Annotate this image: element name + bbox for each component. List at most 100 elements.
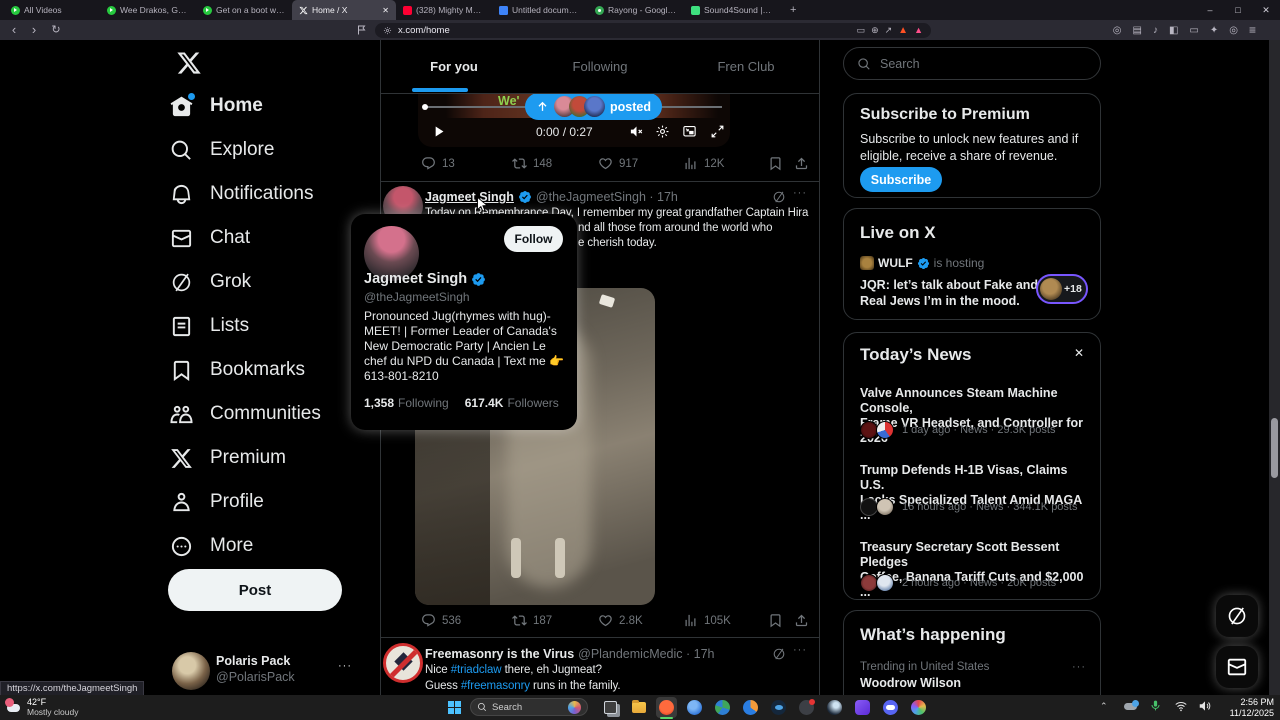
taskbar-clock[interactable]: 2:56 PM 11/12/2025: [1230, 697, 1274, 718]
share-icon[interactable]: [794, 156, 809, 171]
browser-tab[interactable]: (328) Mighty Morphin Power Ranger: [396, 0, 492, 20]
bookmark-icon[interactable]: [768, 156, 783, 171]
media-icon[interactable]: ♪: [1153, 25, 1158, 36]
scrollbar-thumb[interactable]: [1271, 418, 1278, 478]
subscribe-button[interactable]: Subscribe: [860, 167, 942, 192]
trending-topic[interactable]: Woodrow Wilson: [860, 676, 961, 690]
live-viewers-pill[interactable]: +18: [1036, 274, 1088, 304]
close-icon[interactable]: ✕: [1074, 346, 1084, 360]
browser-tab-active[interactable]: Home / X ✕: [292, 0, 396, 20]
tray-sync-icon[interactable]: [1124, 700, 1139, 711]
repost-stat[interactable]: 187: [512, 613, 552, 628]
zoom-icon[interactable]: ⊕: [871, 25, 879, 36]
menu-icon[interactable]: ≡: [1249, 23, 1256, 37]
profile-name[interactable]: Jagmeet Singh: [364, 271, 467, 287]
sidebar-item-home[interactable]: Home: [170, 86, 370, 126]
grok-floating-button[interactable]: [1216, 595, 1258, 637]
live-topic[interactable]: JQR: let’s talk about Fake and Real Jews …: [860, 277, 1038, 309]
window-minimize-button[interactable]: –: [1196, 0, 1224, 20]
tweet-author-name[interactable]: Jagmeet Singh: [425, 190, 514, 204]
wallet-icon[interactable]: ▭: [1189, 25, 1198, 36]
grok-actions-icon[interactable]: [772, 647, 786, 661]
browser-tab[interactable]: Get on a boot when they bake: [196, 0, 292, 20]
fullscreen-icon[interactable]: [710, 124, 725, 139]
video-playhead[interactable]: [422, 104, 428, 110]
app-icon-globe[interactable]: [712, 697, 733, 718]
address-bar[interactable]: x.com/home ▭ ⊕ ↗ ▲ ▲: [375, 22, 931, 38]
leo-ai-icon[interactable]: ◎: [1113, 25, 1122, 36]
sidebar-item-notifications[interactable]: Notifications: [170, 174, 370, 214]
brave-browser-icon[interactable]: [656, 697, 677, 719]
browser-tab[interactable]: Sound4Sound | Linktree: [684, 0, 780, 20]
hashtag-link[interactable]: #triadclaw: [451, 664, 502, 676]
play-button-icon[interactable]: [430, 123, 447, 140]
file-explorer-icon[interactable]: [628, 697, 649, 718]
taskbar-search[interactable]: Search: [470, 698, 588, 716]
share-icon[interactable]: ↗: [885, 25, 893, 36]
tab-for-you[interactable]: For you: [381, 40, 527, 92]
sidebar-item-premium[interactable]: Premium: [170, 438, 370, 478]
weather-widget[interactable]: 42°F Mostly cloudy: [5, 697, 79, 717]
browser-tab[interactable]: Wee Drakos, Get on a boot ah ha: [100, 0, 196, 20]
back-button[interactable]: ‹: [6, 20, 22, 40]
start-button[interactable]: [444, 697, 465, 718]
app-icon-notification[interactable]: [796, 697, 817, 718]
profile-handle[interactable]: @theJagmeetSingh: [364, 290, 470, 304]
reload-button[interactable]: ↻: [48, 20, 64, 40]
browser-tab[interactable]: All Videos: [4, 0, 100, 20]
share-icon[interactable]: [794, 613, 809, 628]
site-info-icon[interactable]: [383, 26, 392, 35]
like-stat[interactable]: 917: [598, 156, 638, 171]
tweet-more-icon[interactable]: ···: [793, 187, 807, 199]
views-stat[interactable]: 12K: [683, 156, 724, 171]
app-icon-discord[interactable]: [880, 697, 901, 718]
sidebar-item-communities[interactable]: Communities: [170, 394, 370, 434]
sidebar-item-bookmarks[interactable]: Bookmarks: [170, 350, 370, 390]
account-switcher[interactable]: Polaris Pack @PolarisPack ···: [170, 648, 352, 695]
sidebar-item-chat[interactable]: Chat: [170, 218, 370, 258]
tweet-byline[interactable]: @theJagmeetSingh · 17h: [536, 190, 678, 204]
tray-mic-icon[interactable]: [1149, 699, 1162, 712]
tray-volume-icon[interactable]: [1198, 699, 1212, 713]
tweet-author-name[interactable]: Freemasonry is the Virus: [425, 647, 574, 661]
follow-button[interactable]: Follow: [504, 226, 563, 252]
posted-pill[interactable]: posted: [525, 93, 662, 120]
tab-fren-club[interactable]: Fren Club: [673, 40, 819, 92]
bookmark-icon[interactable]: [768, 613, 783, 628]
scrollbar-track[interactable]: [1269, 40, 1280, 695]
app-icon-blue[interactable]: [684, 697, 705, 718]
hashtag-link[interactable]: #freemasonry: [461, 680, 530, 692]
search-input[interactable]: Search: [843, 47, 1101, 80]
trend-more-icon[interactable]: ···: [1072, 661, 1086, 673]
following-count[interactable]: 1,358: [364, 396, 394, 410]
tray-chevron-icon[interactable]: ⌃: [1100, 701, 1108, 712]
tweet-byline[interactable]: @PlandemicMedic · 17h: [578, 647, 714, 661]
sidebar-item-explore[interactable]: Explore: [170, 130, 370, 170]
tab-close-icon[interactable]: ✕: [382, 6, 389, 15]
x-logo[interactable]: [176, 50, 202, 76]
forward-button[interactable]: ›: [26, 20, 42, 40]
rewards-icon[interactable]: ✦: [1210, 25, 1218, 36]
account-more-icon[interactable]: ···: [338, 660, 352, 672]
tab-following[interactable]: Following: [527, 40, 673, 92]
tweet-more-icon[interactable]: ···: [793, 644, 807, 656]
messages-floating-button[interactable]: [1216, 646, 1258, 688]
app-icon-eye[interactable]: [768, 697, 789, 718]
task-view-button[interactable]: [600, 697, 621, 718]
views-stat[interactable]: 105K: [683, 613, 731, 628]
vpn-icon[interactable]: ▲: [914, 25, 923, 35]
window-close-button[interactable]: ✕: [1252, 0, 1280, 20]
avatar[interactable]: [383, 643, 423, 683]
sidebar-item-profile[interactable]: Profile: [170, 482, 370, 522]
bookmarks-toolbar-icon[interactable]: [356, 24, 368, 36]
reply-stat[interactable]: 536: [421, 613, 461, 628]
mute-icon[interactable]: [629, 124, 644, 139]
app-icon-steam[interactable]: [824, 697, 845, 718]
video-settings-icon[interactable]: [655, 124, 670, 139]
browser-tab[interactable]: Rayong - Google Maps: [588, 0, 684, 20]
browser-tab[interactable]: Untitled document - Google Docs: [492, 0, 588, 20]
sidebar-item-lists[interactable]: Lists: [170, 306, 370, 346]
new-tab-button[interactable]: +: [780, 4, 806, 16]
extensions-icon[interactable]: ◎: [1229, 25, 1238, 36]
repost-stat[interactable]: 148: [512, 156, 552, 171]
